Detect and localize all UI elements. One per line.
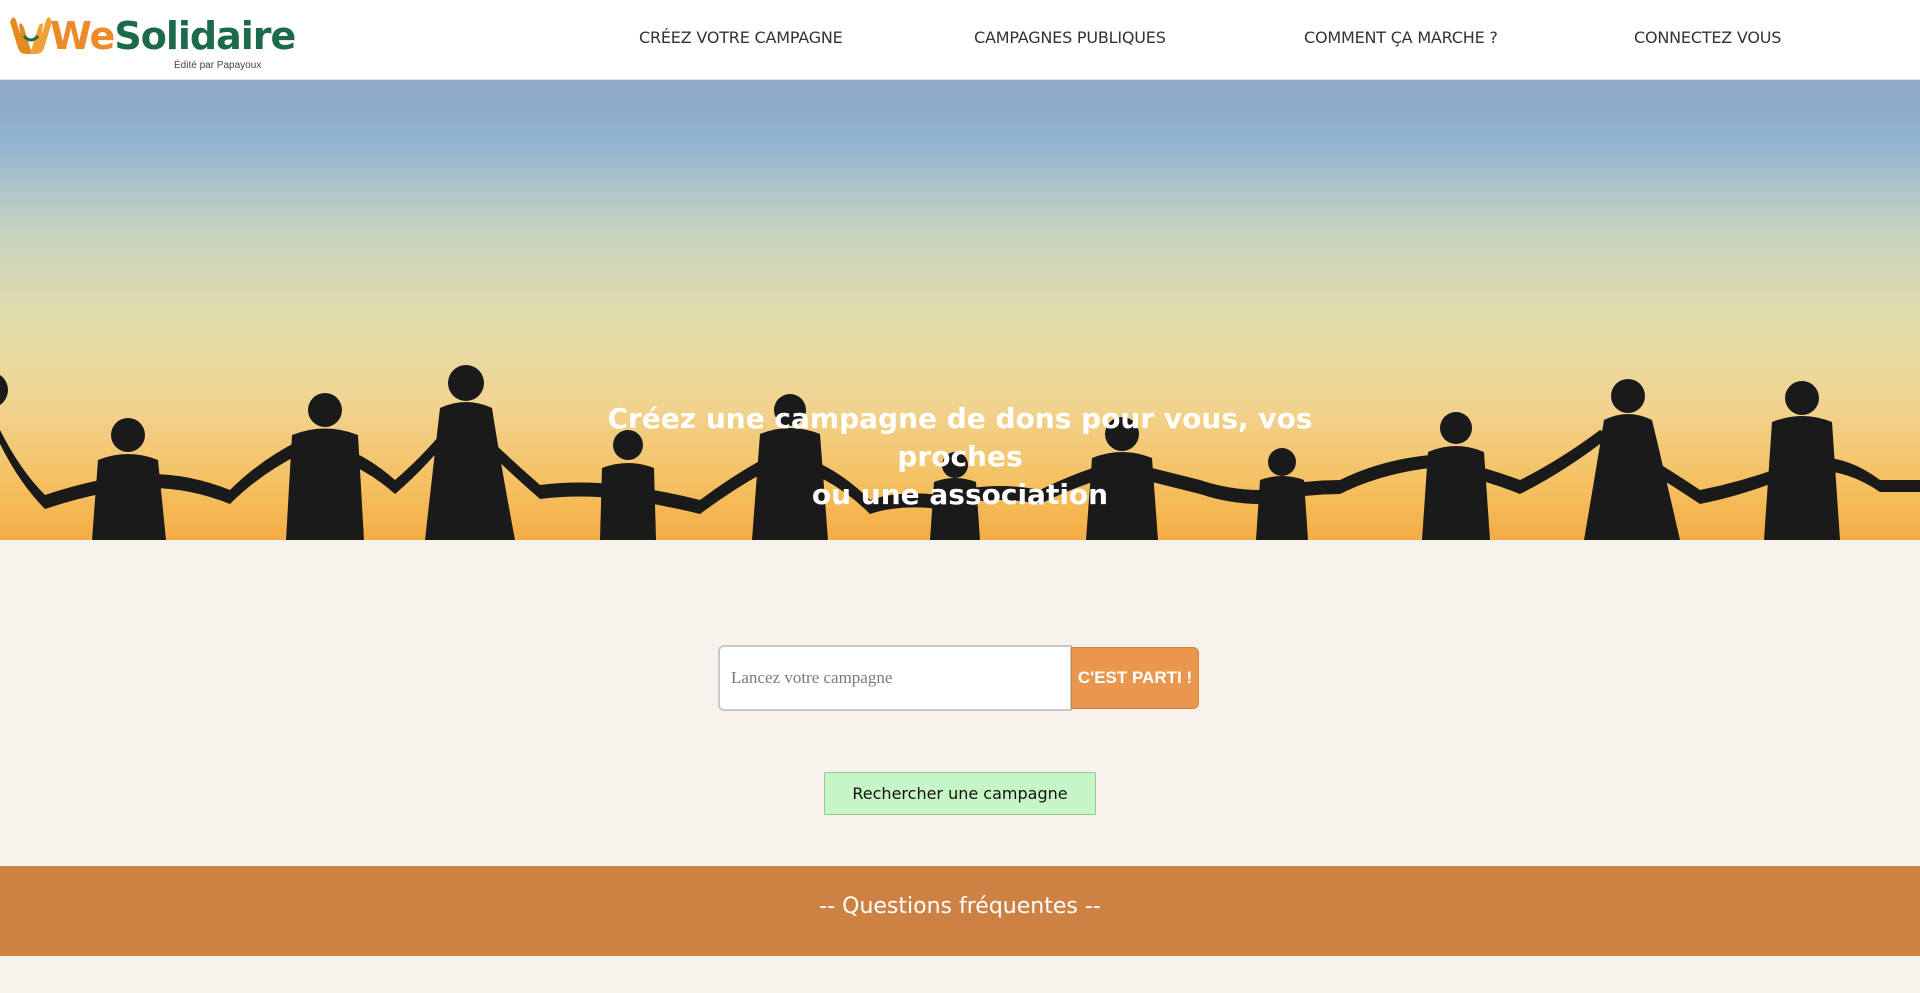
hero-title-line2: ou une association bbox=[811, 478, 1109, 511]
launch-campaign-form: C'EST PARTI ! bbox=[718, 645, 1202, 711]
site-logo[interactable]: WeSolidaire Édité par Papayoux bbox=[6, 12, 296, 74]
nav-public-campaigns[interactable]: CAMPAGNES PUBLIQUES bbox=[974, 28, 1166, 47]
logo-we: We bbox=[50, 14, 115, 58]
faq-title[interactable]: -- Questions fréquentes -- bbox=[0, 894, 1920, 919]
campaign-name-input[interactable] bbox=[718, 645, 1072, 711]
site-header: WeSolidaire Édité par Papayoux CRÉEZ VOT… bbox=[0, 0, 1920, 80]
start-campaign-button[interactable]: C'EST PARTI ! bbox=[1071, 647, 1199, 709]
hero-title: Créez une campagne de dons pour vous, vo… bbox=[560, 400, 1360, 514]
hero-title-line1: Créez une campagne de dons pour vous, vo… bbox=[607, 402, 1313, 473]
nav-login[interactable]: CONNECTEZ VOUS bbox=[1634, 28, 1781, 47]
nav-create-campaign[interactable]: CRÉEZ VOTRE CAMPAGNE bbox=[639, 28, 843, 47]
hands-logo-icon bbox=[10, 17, 52, 54]
nav-how-it-works[interactable]: COMMENT ÇA MARCHE ? bbox=[1304, 28, 1498, 47]
logo-solidaire: Solidaire bbox=[114, 14, 296, 58]
logo-tagline: Édité par Papayoux bbox=[174, 60, 262, 71]
search-campaign-button[interactable]: Rechercher une campagne bbox=[824, 772, 1096, 815]
hero-banner: Créez une campagne de dons pour vous, vo… bbox=[0, 80, 1920, 540]
logo-wordmark: WeSolidaire bbox=[50, 14, 296, 58]
faq-section: -- Questions fréquentes -- bbox=[0, 866, 1920, 956]
